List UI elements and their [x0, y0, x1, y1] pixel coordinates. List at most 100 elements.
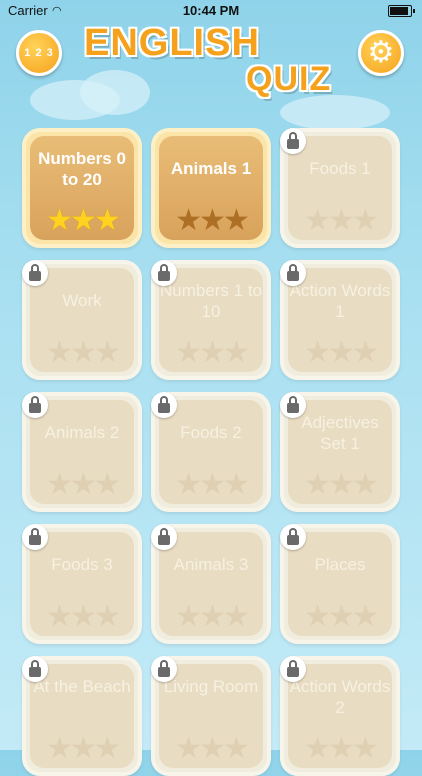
star-icon: ★ [199, 204, 226, 237]
lock-icon [280, 260, 306, 286]
level-stars: ★★★ [26, 602, 138, 632]
level-label: Foods 1 [309, 159, 371, 178]
level-tile[interactable]: Action Words 1 ★★★ [280, 260, 400, 380]
star-icon: ★ [93, 468, 121, 501]
level-tile[interactable]: Work ★★★ [22, 260, 142, 380]
star-icon: ★ [93, 600, 121, 633]
star-icon: ★ [328, 204, 355, 237]
star-icon: ★ [222, 600, 250, 633]
star-icon: ★ [93, 204, 121, 237]
star-icon: ★ [304, 336, 331, 369]
level-label: Animals 2 [44, 423, 120, 442]
level-label: Places [314, 555, 366, 574]
star-icon: ★ [222, 732, 250, 765]
star-icon: ★ [175, 204, 202, 237]
app-title-line1: ENGLISH [84, 22, 260, 64]
level-stars: ★★★ [284, 602, 396, 632]
level-label: Action Words 2 [289, 677, 391, 717]
star-icon: ★ [175, 600, 202, 633]
level-tile[interactable]: At the Beach ★★★ [22, 656, 142, 776]
level-tile[interactable]: Adjectives Set 1 ★★★ [280, 392, 400, 512]
app-title-line2: QUIZ [246, 60, 332, 98]
level-stars: ★★★ [26, 734, 138, 764]
gear-icon: ⚙ [367, 36, 395, 69]
star-icon: ★ [351, 732, 379, 765]
lock-icon [22, 524, 48, 550]
level-stars: ★★★ [284, 470, 396, 500]
star-icon: ★ [199, 600, 226, 633]
star-icon: ★ [93, 732, 121, 765]
lock-icon [22, 392, 48, 418]
lock-icon [280, 128, 306, 154]
star-icon: ★ [70, 204, 97, 237]
star-icon: ★ [222, 336, 250, 369]
star-icon: ★ [351, 468, 379, 501]
level-label: Adjectives Set 1 [301, 413, 379, 453]
star-icon: ★ [199, 732, 226, 765]
lock-icon [151, 656, 177, 682]
lock-icon [22, 260, 48, 286]
level-label: Animals 3 [173, 555, 249, 574]
star-icon: ★ [70, 600, 97, 633]
level-stars: ★★★ [284, 206, 396, 236]
star-icon: ★ [199, 336, 226, 369]
star-icon: ★ [304, 204, 331, 237]
star-icon: ★ [46, 600, 73, 633]
level-stars: ★★★ [155, 734, 267, 764]
level-tile[interactable]: Numbers 1 to 10 ★★★ [151, 260, 271, 380]
star-icon: ★ [70, 732, 97, 765]
level-tile[interactable]: Animals 2 ★★★ [22, 392, 142, 512]
level-stars: ★★★ [26, 470, 138, 500]
star-icon: ★ [175, 336, 202, 369]
level-tile[interactable]: Numbers 0 to 20 ★★★ [22, 128, 142, 248]
level-label: Work [62, 291, 102, 310]
star-icon: ★ [304, 600, 331, 633]
level-label: Foods 3 [51, 555, 113, 574]
level-tile[interactable]: Foods 2 ★★★ [151, 392, 271, 512]
level-label: Animals 1 [170, 159, 252, 178]
star-icon: ★ [328, 336, 355, 369]
lock-icon [151, 392, 177, 418]
star-icon: ★ [199, 468, 226, 501]
star-icon: ★ [351, 600, 379, 633]
level-tile[interactable]: Living Room ★★★ [151, 656, 271, 776]
star-icon: ★ [175, 468, 202, 501]
star-icon: ★ [222, 204, 250, 237]
lock-icon [22, 656, 48, 682]
star-icon: ★ [328, 468, 355, 501]
cloud-decoration [280, 95, 390, 130]
battery-icon [388, 5, 415, 17]
leaderboard-button[interactable]: 1 2 3 [16, 30, 62, 76]
level-stars: ★★★ [26, 338, 138, 368]
cloud-decoration [80, 70, 150, 115]
settings-button[interactable]: ⚙ [358, 30, 404, 76]
star-icon: ★ [175, 732, 202, 765]
star-icon: ★ [222, 468, 250, 501]
status-bar: Carrier ◠ 10:44 PM [0, 0, 422, 20]
level-tile[interactable]: Foods 3 ★★★ [22, 524, 142, 644]
star-icon: ★ [46, 732, 73, 765]
star-icon: ★ [328, 600, 355, 633]
star-icon: ★ [351, 336, 379, 369]
level-stars: ★★★ [155, 470, 267, 500]
level-stars: ★★★ [155, 206, 267, 236]
level-tile[interactable]: Animals 3 ★★★ [151, 524, 271, 644]
level-label: Action Words 1 [289, 281, 391, 321]
lock-icon [280, 656, 306, 682]
level-stars: ★★★ [26, 206, 138, 236]
lock-icon [280, 524, 306, 550]
star-icon: ★ [328, 732, 355, 765]
lock-icon [151, 524, 177, 550]
level-label: Foods 2 [180, 423, 242, 442]
star-icon: ★ [93, 336, 121, 369]
level-tile[interactable]: Animals 1 ★★★ [151, 128, 271, 248]
star-icon: ★ [304, 468, 331, 501]
level-label: Numbers 1 to 10 [159, 281, 263, 321]
level-tile[interactable]: Action Words 2 ★★★ [280, 656, 400, 776]
level-tile[interactable]: Foods 1 ★★★ [280, 128, 400, 248]
level-tile[interactable]: Places ★★★ [280, 524, 400, 644]
star-icon: ★ [70, 336, 97, 369]
star-icon: ★ [304, 732, 331, 765]
star-icon: ★ [70, 468, 97, 501]
level-label: At the Beach [33, 677, 131, 696]
